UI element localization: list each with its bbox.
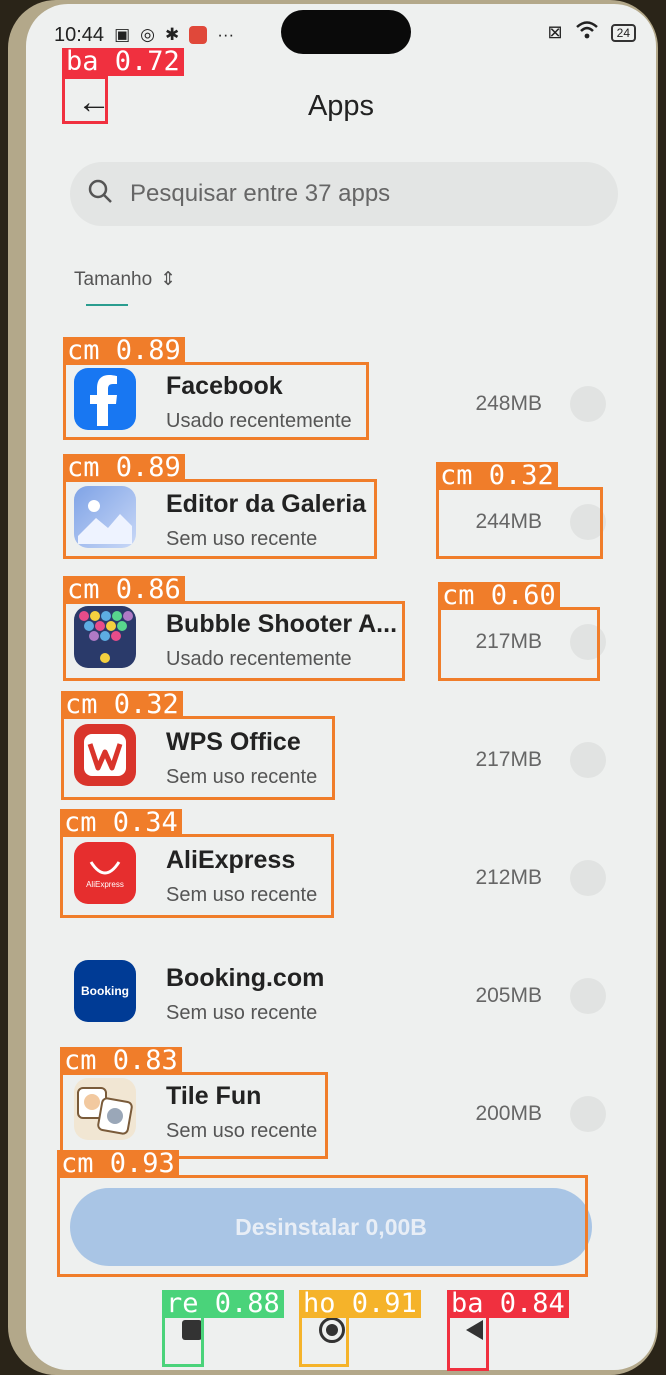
overlay-box-wps [61,716,335,800]
more-icon: ··· [217,25,235,44]
app-notification-icon [189,26,208,44]
overlay-box-button [57,1175,588,1277]
overlay-box-tilefun [60,1072,328,1159]
status-right: ⊠ 24 [548,20,636,45]
wifi-icon [575,20,599,45]
select-checkbox[interactable] [570,386,606,422]
overlay-label-size-244: cm 0.32 [436,462,558,490]
status-time: 10:44 [54,23,105,46]
overlay-box-back [62,76,108,124]
overlay-label-button: cm 0.93 [57,1150,179,1178]
app-status: Sem uso recente [166,1002,318,1024]
overlay-label-tilefun: cm 0.83 [60,1047,182,1075]
overlay-label-aliexpress: cm 0.34 [60,809,182,837]
battery-icon: 24 [610,23,636,42]
booking-icon: Booking [74,960,136,1022]
booking-logo-text: Booking [81,984,129,998]
overlay-box-bubble [63,601,405,681]
app-name: Booking.com [166,964,325,992]
sort-label: Tamanho [74,268,153,290]
overlay-box-aliexpress [60,834,334,918]
overlay-label-home: ho 0.91 [299,1290,421,1318]
app-size: 200MB [475,1102,542,1125]
overlay-box-facebook [63,362,369,440]
page-title: Apps [307,90,375,122]
overlay-label-navback: ba 0.84 [447,1290,569,1318]
app-size: 212MB [475,866,542,889]
overlay-box-home [299,1315,349,1367]
no-sim-icon: ⊠ [547,22,563,42]
list-item[interactable]: Booking Booking.com Sem uso recente 205M… [26,936,656,1054]
overlay-label-back: ba 0.72 [62,48,184,76]
select-checkbox[interactable] [570,742,606,778]
sort-underline [86,304,128,306]
overlay-box-navback [447,1315,489,1371]
select-checkbox[interactable] [570,1096,606,1132]
overlay-label-size-217: cm 0.60 [438,582,560,610]
search-placeholder: Pesquisar entre 37 apps [130,180,391,207]
overlay-label-recents: re 0.88 [162,1290,284,1318]
gear-icon: ✱ [164,25,180,44]
overlay-box-recents [162,1315,204,1367]
sim-icon: ◎ [140,25,155,44]
camera-notch [281,10,411,54]
overlay-box-size-244 [436,487,603,559]
search-input[interactable]: Pesquisar entre 37 apps [70,162,618,226]
sort-chevron-icon: ⇕ [160,269,177,290]
sort-dropdown[interactable]: Tamanho ⇕ [74,268,176,291]
search-icon [70,178,130,211]
overlay-label-facebook: cm 0.89 [63,337,185,365]
overlay-box-editor [63,479,377,559]
nfc-icon: ▣ [114,25,131,44]
overlay-box-size-217 [438,607,600,681]
overlay-label-editor: cm 0.89 [63,454,185,482]
app-size: 248MB [475,392,542,415]
app-size: 205MB [475,984,542,1007]
overlay-label-bubble: cm 0.86 [63,576,185,604]
overlay-label-wps: cm 0.32 [61,691,183,719]
app-size: 217MB [475,748,542,771]
select-checkbox[interactable] [570,978,606,1014]
select-checkbox[interactable] [570,860,606,896]
